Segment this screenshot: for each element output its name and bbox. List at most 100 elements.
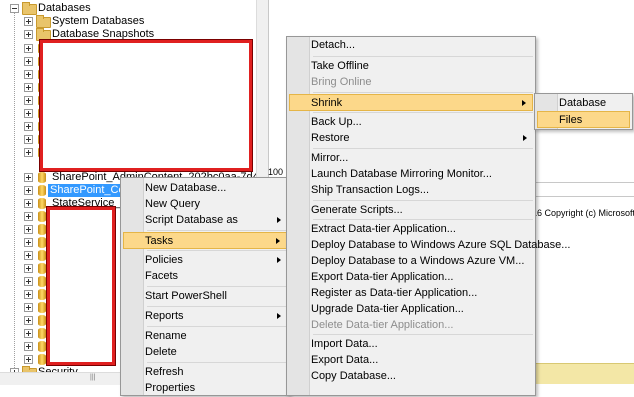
menu-separator (313, 112, 533, 113)
menu-separator (313, 56, 533, 57)
menu-item-rename[interactable]: Rename (123, 328, 287, 345)
menu-item-label: Mirror... (311, 152, 349, 164)
menu-item-reports[interactable]: Reports (123, 308, 287, 325)
expand-icon[interactable] (24, 342, 33, 351)
expand-icon[interactable] (24, 30, 33, 39)
expand-icon[interactable] (24, 148, 33, 157)
menu-item-script-database-as[interactable]: Script Database as (123, 212, 287, 229)
expand-icon[interactable] (24, 264, 33, 273)
menu-item-back-up[interactable]: Back Up... (289, 114, 533, 131)
expand-icon[interactable] (24, 135, 33, 144)
tasks-submenu: Detach... Take Offline Bring Online Shrink B… (286, 36, 570, 396)
menu-item-label: Tasks (145, 235, 174, 247)
expand-icon[interactable] (24, 57, 33, 66)
menu-item-label: Ship Transaction Logs... (311, 184, 430, 196)
database-icon (38, 302, 46, 313)
menu-item-label: Script Database as (145, 214, 238, 226)
menu-item-label: Register as Data-tier Application... (311, 287, 478, 299)
menu-item-label: Start PowerShell (145, 290, 227, 302)
menu-item-import-data[interactable]: Import Data... (289, 336, 533, 353)
menu-separator (147, 230, 287, 231)
divider (532, 182, 634, 183)
folder-icon (36, 15, 51, 28)
expand-icon[interactable] (24, 122, 33, 131)
menu-item-facets[interactable]: Facets (123, 268, 287, 285)
menu-item-ship-transaction-logs[interactable]: Ship Transaction Logs... (289, 182, 533, 199)
menu-item-properties[interactable]: Properties (123, 380, 287, 397)
menu-item-delete[interactable]: Delete (123, 344, 287, 361)
scrollbar-grip-icon[interactable]: ||| (90, 374, 96, 381)
menu-item-new-query[interactable]: New Query (123, 196, 287, 213)
menu-item-copy-database[interactable]: Copy Database... (289, 368, 533, 385)
context-menu: New Database... New Query Script Database … (120, 177, 290, 396)
expand-icon[interactable] (24, 17, 33, 26)
menu-item-mirror[interactable]: Mirror... (289, 150, 533, 167)
expand-icon[interactable] (24, 225, 33, 234)
menu-item-refresh[interactable]: Refresh (123, 364, 287, 381)
expand-icon[interactable] (24, 277, 33, 286)
expand-icon[interactable] (24, 316, 33, 325)
menu-item-label: Policies (145, 254, 183, 266)
expand-icon[interactable] (24, 173, 33, 182)
expand-icon[interactable] (24, 186, 33, 195)
expand-icon[interactable] (24, 290, 33, 299)
menu-item-label: Rename (145, 330, 187, 342)
expand-icon[interactable] (24, 355, 33, 364)
expand-icon[interactable] (24, 83, 33, 92)
menu-item-shrink[interactable]: Shrink (289, 94, 533, 111)
expand-icon[interactable] (24, 199, 33, 208)
expand-icon[interactable] (24, 70, 33, 79)
menu-item-label: Deploy Database to Windows Azure SQL Dat… (311, 239, 571, 251)
menu-separator (313, 200, 533, 201)
menu-item-label: Copy Database... (311, 370, 396, 382)
database-icon (38, 315, 46, 326)
menu-item-new-database[interactable]: New Database... (123, 180, 287, 197)
menu-item-detach[interactable]: Detach... (289, 37, 533, 54)
menu-item-label: Generate Scripts... (311, 204, 403, 216)
menu-item-tasks[interactable]: Tasks (123, 232, 287, 249)
submenu-arrow-icon (522, 100, 526, 106)
menu-item-deploy-database-to-a-windows-azure-vm[interactable]: Deploy Database to a Windows Azure VM... (289, 253, 533, 270)
menu-item-label: Bring Online (311, 76, 372, 88)
menu-item-label: New Query (145, 198, 201, 210)
expand-icon[interactable] (24, 212, 33, 221)
menu-separator (147, 250, 287, 251)
database-icon (38, 250, 46, 261)
expand-icon[interactable] (24, 238, 33, 247)
menu-item-label: Files (559, 114, 583, 126)
menu-item-extract-data-tier-application[interactable]: Extract Data-tier Application... (289, 221, 533, 238)
expand-icon[interactable] (24, 96, 33, 105)
menu-item-delete-data-tier-application: Delete Data-tier Application... (289, 317, 533, 334)
menu-item-label: Back Up... (311, 116, 362, 128)
menu-item-start-powershell[interactable]: Start PowerShell (123, 288, 287, 305)
menu-item-label: New Database... (145, 182, 227, 194)
divider (532, 196, 634, 197)
output-text-fragment: 16 Copyright (c) Microsoft C (532, 208, 634, 218)
menu-item-policies[interactable]: Policies (123, 252, 287, 269)
menu-item-deploy-database-to-windows-azure-sql-database[interactable]: Deploy Database to Windows Azure SQL Dat… (289, 237, 570, 254)
expand-icon[interactable] (24, 251, 33, 260)
collapse-icon[interactable] (10, 4, 19, 13)
expand-icon[interactable] (24, 329, 33, 338)
menu-item-launch-database-mirroring-monitor[interactable]: Launch Database Mirroring Monitor... (289, 166, 533, 183)
expand-icon[interactable] (24, 109, 33, 118)
menu-item-restore[interactable]: Restore (289, 130, 533, 147)
expand-icon[interactable] (24, 44, 33, 53)
database-icon (38, 354, 46, 365)
menu-item-generate-scripts[interactable]: Generate Scripts... (289, 202, 533, 219)
menu-separator (313, 334, 533, 335)
menu-item-take-offline[interactable]: Take Offline (289, 58, 533, 75)
submenu-arrow-icon (523, 135, 527, 141)
expand-icon[interactable] (24, 303, 33, 312)
menu-item-register-as-data-tier-application[interactable]: Register as Data-tier Application... (289, 285, 533, 302)
menu-item-files[interactable]: Files (537, 111, 630, 128)
menu-item-export-data-tier-application[interactable]: Export Data-tier Application... (289, 269, 533, 286)
menu-item-label: Take Offline (311, 60, 369, 72)
database-icon (38, 328, 46, 339)
menu-item-upgrade-data-tier-application[interactable]: Upgrade Data-tier Application... (289, 301, 533, 318)
menu-item-label: Export Data... (311, 354, 379, 366)
menu-item-database[interactable]: Database (537, 95, 630, 112)
menu-item-export-data[interactable]: Export Data... (289, 352, 533, 369)
database-icon (38, 341, 46, 352)
submenu-arrow-icon (277, 257, 281, 263)
